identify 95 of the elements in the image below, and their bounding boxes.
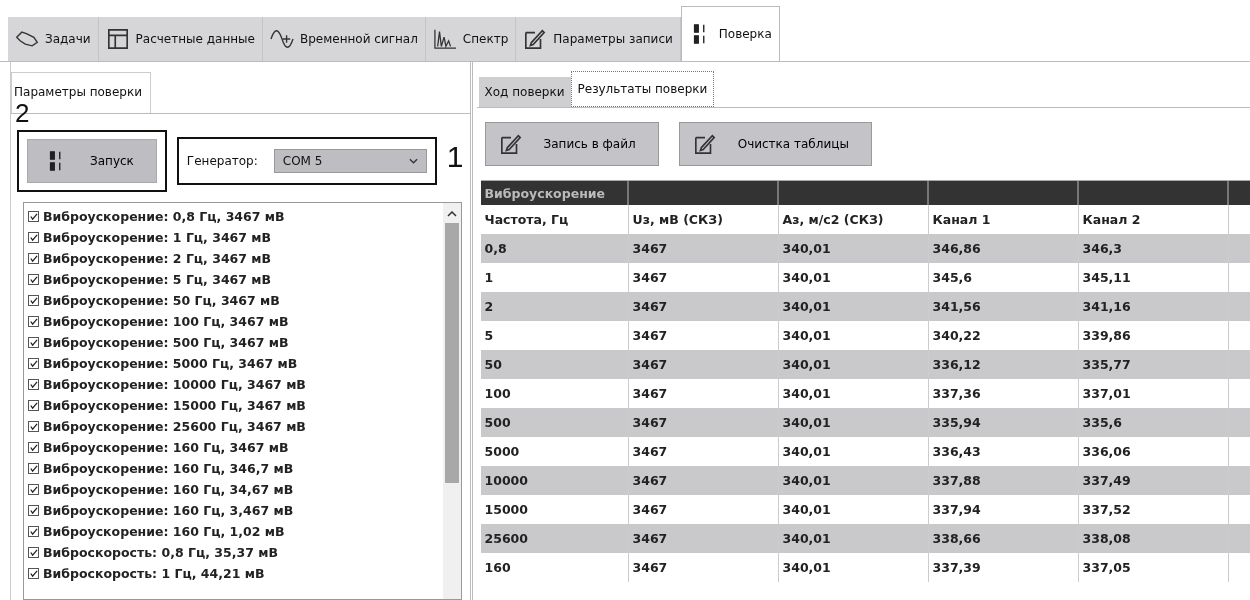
table-cell: 337,88 [928, 466, 1079, 495]
table-cell: 340,01 [778, 466, 929, 495]
main-tab[interactable]: Поверка [680, 6, 780, 61]
edit-icon [523, 28, 548, 50]
checkbox[interactable] [28, 358, 39, 369]
start-button[interactable]: Запуск [27, 139, 157, 183]
generator-label: Генератор: [186, 154, 258, 168]
table-cell: 3467 [628, 524, 779, 553]
table-cell: 340,01 [778, 553, 929, 582]
checkbox[interactable] [28, 484, 39, 495]
caret-icon [408, 158, 418, 164]
main-tab[interactable]: Расчетные данные [98, 17, 263, 61]
edit-icon [499, 133, 522, 155]
checkbox[interactable] [28, 316, 39, 327]
table-cell: 3467 [628, 553, 779, 582]
test-item[interactable]: Виброскорость: 1 Гц, 44,21 мВ [28, 563, 439, 584]
table-cell: 0,8 [480, 234, 629, 263]
test-item[interactable]: Виброускорение: 5 Гц, 3467 мВ [28, 269, 439, 290]
table-cell: 3467 [628, 292, 779, 321]
test-item[interactable]: Виброускорение: 160 Гц, 34,67 мВ [28, 479, 439, 500]
table-cell: 346,86 [928, 234, 1079, 263]
test-item[interactable]: Виброускорение: 160 Гц, 3467 мВ [28, 437, 439, 458]
table-cell: 3467 [628, 466, 779, 495]
test-item[interactable]: Виброускорение: 25600 Гц, 3467 мВ [28, 416, 439, 437]
test-item[interactable]: Виброскорость: 0,8 Гц, 35,37 мВ [28, 542, 439, 563]
checkbox[interactable] [28, 379, 39, 390]
checkbox[interactable] [28, 505, 39, 516]
table-cell: 340,01 [778, 292, 929, 321]
scroll-up-icon[interactable] [446, 211, 457, 217]
test-item[interactable]: Виброускорение: 0,8 Гц, 3467 мВ [28, 206, 439, 227]
checkbox[interactable] [28, 295, 39, 306]
checkbox[interactable] [28, 526, 39, 537]
checkbox[interactable] [28, 463, 39, 474]
table-cell: 346,3 [1078, 234, 1229, 263]
table-cell: 335,77 [1078, 350, 1229, 379]
main-tab[interactable]: Параметры записи [516, 17, 681, 61]
annotation-number: 1 [446, 142, 464, 172]
main-tab[interactable]: Спектр [425, 17, 517, 61]
table-cell: 160 [480, 553, 629, 582]
panel-tab[interactable]: Результаты поверки [570, 71, 715, 107]
grid-icon [105, 28, 130, 50]
test-item[interactable]: Виброускорение: 160 Гц, 1,02 мВ [28, 521, 439, 542]
table-cell: 338,08 [1078, 524, 1229, 553]
table-cell: 3467 [628, 408, 779, 437]
test-item[interactable]: Виброускорение: 1 Гц, 3467 мВ [28, 227, 439, 248]
edit-icon [693, 133, 716, 155]
table-cell: 340,01 [778, 234, 929, 263]
checkbox[interactable] [28, 547, 39, 558]
spectrum-icon [432, 28, 457, 50]
wave-icon [269, 28, 294, 50]
scrollbar-thumb[interactable] [444, 223, 459, 483]
table-cell: 337,49 [1078, 466, 1229, 495]
table-cell: 337,39 [928, 553, 1079, 582]
test-item[interactable]: Виброускорение: 5000 Гц, 3467 мВ [28, 353, 439, 374]
checkbox[interactable] [28, 274, 39, 285]
table-cell: 341,56 [928, 292, 1079, 321]
checkbox[interactable] [28, 421, 39, 432]
test-item[interactable]: Виброускорение: 10000 Гц, 3467 мВ [28, 374, 439, 395]
panel-tab[interactable]: Ход поверки [478, 77, 571, 107]
action-button[interactable]: Очистка таблицы [678, 122, 872, 166]
test-item[interactable]: Виброускорение: 500 Гц, 3467 мВ [28, 332, 439, 353]
table-cell: 25600 [480, 524, 629, 553]
table-cell: 336,12 [928, 350, 1079, 379]
table-cell: 500 [480, 408, 629, 437]
table-cell: 338,66 [928, 524, 1079, 553]
table-cell: 335,6 [1078, 408, 1229, 437]
checkbox[interactable] [28, 232, 39, 243]
table-cell: 341,16 [1078, 292, 1229, 321]
table-cell: 2 [480, 292, 629, 321]
main-tab[interactable]: Задачи [8, 17, 99, 61]
table-cell: 335,94 [928, 408, 1079, 437]
table-cell: 50 [480, 350, 629, 379]
test-item[interactable]: Виброускорение: 100 Гц, 3467 мВ [28, 311, 439, 332]
table-cell: 340,01 [778, 408, 929, 437]
test-item[interactable]: Виброускорение: 160 Гц, 3,467 мВ [28, 500, 439, 521]
table-cell: 3467 [628, 350, 779, 379]
checkbox[interactable] [28, 211, 39, 222]
test-item[interactable]: Виброускорение: 50 Гц, 3467 мВ [28, 290, 439, 311]
table-cell: 3467 [628, 234, 779, 263]
checkbox[interactable] [28, 568, 39, 579]
table-cell: 10000 [480, 466, 629, 495]
table-cell: 337,05 [1078, 553, 1229, 582]
test-item[interactable]: Виброускорение: 2 Гц, 3467 мВ [28, 248, 439, 269]
checkbox[interactable] [28, 400, 39, 411]
scrollbar[interactable] [442, 203, 461, 599]
checkbox[interactable] [28, 442, 39, 453]
action-button[interactable]: Запись в файл [484, 122, 659, 166]
checkbox[interactable] [28, 253, 39, 264]
table-cell: 340,01 [778, 524, 929, 553]
table-cell: 340,01 [778, 350, 929, 379]
main-tab[interactable]: Временной сигнал [262, 17, 426, 61]
generator-dropdown[interactable]: COM 5 [273, 149, 427, 173]
test-item[interactable]: Виброускорение: 15000 Гц, 3467 мВ [28, 395, 439, 416]
test-item[interactable]: Виброускорение: 160 Гц, 346,7 мВ [28, 458, 439, 479]
checkbox[interactable] [28, 337, 39, 348]
